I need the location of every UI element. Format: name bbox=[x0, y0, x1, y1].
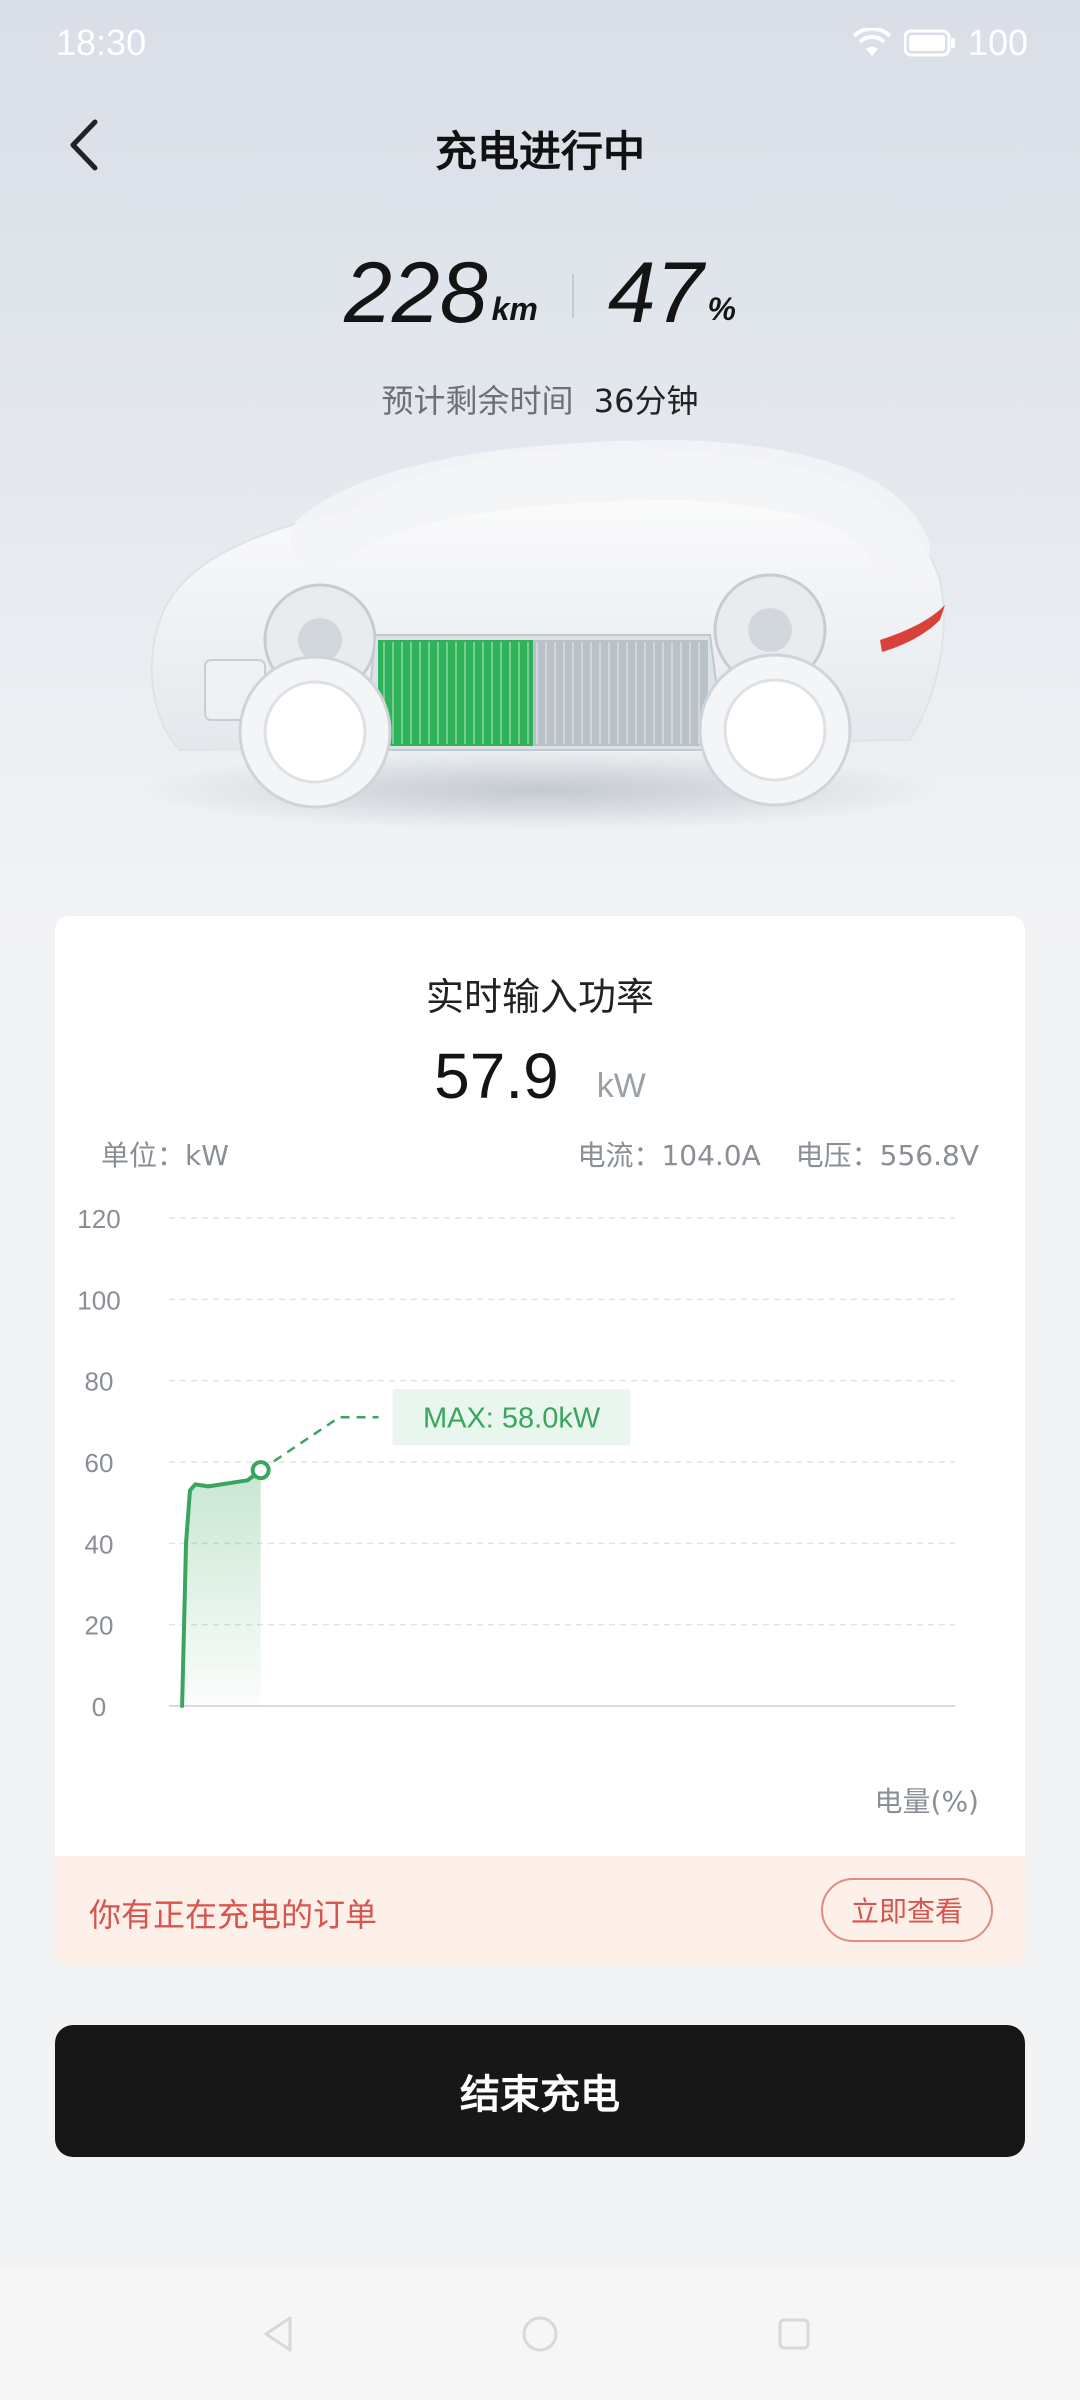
y-tick-label: 20 bbox=[85, 1611, 114, 1641]
current-point bbox=[250, 1460, 271, 1481]
end-charging-button[interactable]: 结束充电 bbox=[55, 2025, 1025, 2157]
x-axis-title: 电量(%) bbox=[874, 1785, 979, 1818]
triangle-back-icon bbox=[264, 2316, 292, 2352]
power-value: 57.9 bbox=[434, 1040, 559, 1112]
voltage-reading: 电压：556.8V bbox=[795, 1139, 979, 1172]
order-banner: 你有正在充电的订单 立即查看 bbox=[55, 1856, 1025, 1966]
y-tick-label: 120 bbox=[77, 1204, 120, 1234]
max-annotation: MAX: 58.0kW bbox=[423, 1402, 601, 1434]
car-illustration bbox=[120, 430, 960, 840]
series-area bbox=[182, 1470, 261, 1706]
charging-stats: 228 km 47 % bbox=[0, 250, 1080, 336]
power-chart: 020406080100120405060708090100MAX: 58.0k… bbox=[77, 1204, 955, 1722]
status-time: 18:30 bbox=[56, 22, 147, 63]
eta-label: 预计剩余时间 bbox=[381, 382, 574, 420]
status-icons: 100 bbox=[852, 22, 1028, 64]
current-reading: 电流：104.0A bbox=[577, 1139, 761, 1172]
divider bbox=[571, 274, 574, 318]
eta-row: 预计剩余时间 36分钟 bbox=[0, 376, 1080, 422]
circle-home-icon bbox=[522, 2316, 558, 2352]
view-order-button[interactable]: 立即查看 bbox=[820, 1878, 993, 1942]
eta-value: 36分钟 bbox=[593, 382, 699, 420]
system-nav-bar bbox=[0, 2268, 1080, 2400]
nav-home-button[interactable] bbox=[516, 2310, 564, 2358]
power-card: 实时输入功率 57.9 kW 单位：kW 电流：104.0A 电压：556.8V… bbox=[55, 916, 1025, 1966]
square-recents-icon bbox=[778, 2318, 810, 2350]
soc-unit: % bbox=[707, 291, 736, 327]
power-readout: 57.9 kW bbox=[55, 1044, 1025, 1108]
wifi-icon bbox=[852, 28, 892, 56]
power-unit: kW bbox=[596, 1067, 646, 1105]
page-title: 充电进行中 bbox=[434, 127, 645, 176]
battery-pack bbox=[363, 634, 727, 751]
order-text: 你有正在充电的订单 bbox=[89, 1896, 378, 1934]
y-tick-label: 80 bbox=[85, 1367, 114, 1397]
card-title: 实时输入功率 bbox=[425, 975, 654, 1019]
car-image bbox=[140, 439, 945, 830]
battery-level: 100 bbox=[967, 22, 1028, 63]
battery-icon bbox=[903, 29, 955, 57]
y-tick-label: 0 bbox=[92, 1692, 106, 1722]
y-tick-label: 60 bbox=[85, 1448, 114, 1478]
y-tick-label: 100 bbox=[77, 1285, 120, 1315]
header: 充电进行中 bbox=[0, 100, 1080, 190]
nav-back-button[interactable] bbox=[254, 2310, 302, 2358]
unit-label: 单位：kW bbox=[101, 1139, 229, 1172]
soc-value: 47 bbox=[607, 245, 704, 341]
nav-recents-button[interactable] bbox=[770, 2310, 818, 2358]
range-unit: km bbox=[491, 291, 538, 327]
status-bar: 18:30 100 bbox=[0, 0, 1080, 90]
range-value: 228 bbox=[344, 245, 488, 341]
y-tick-label: 40 bbox=[85, 1529, 114, 1559]
electrical-readings: 电流：104.0A 电压：556.8V bbox=[577, 1134, 979, 1174]
